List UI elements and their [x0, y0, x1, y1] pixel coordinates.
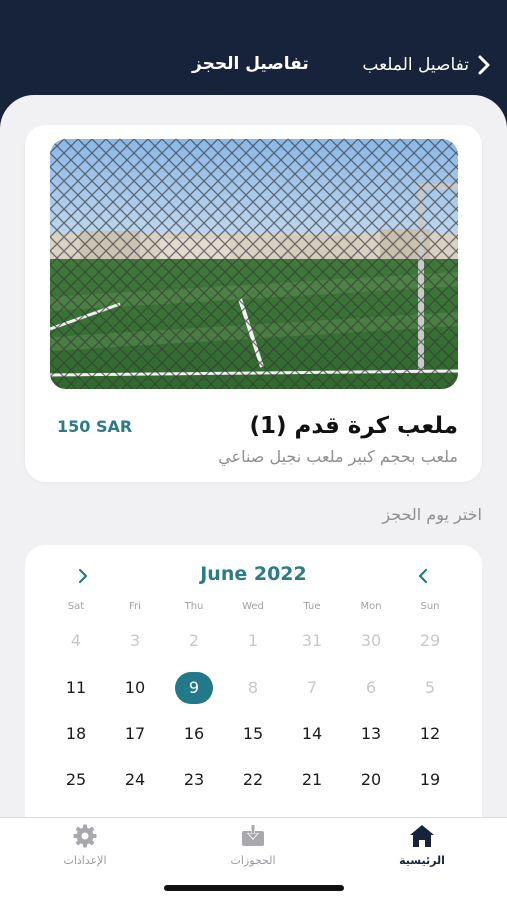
choose-day-label: اختر يوم الحجز	[382, 505, 482, 524]
calendar-day[interactable]: 23	[173, 764, 215, 796]
weekday-header: Sat Fri Thu Wed Tue Mon Sun	[55, 601, 451, 612]
calendar-day[interactable]: 25	[55, 764, 97, 796]
calendar-day: 8	[247, 678, 259, 697]
calendar-day: 29	[419, 631, 441, 650]
tab-home[interactable]: الرئيسية	[367, 822, 477, 867]
court-description: ملعب بحجم كبير ملعب نجيل صناعي	[218, 447, 458, 466]
calendar-day[interactable]: 24	[114, 764, 156, 796]
weekday-label: Thu	[184, 601, 204, 612]
weekday-label: Sat	[67, 601, 85, 612]
weekday-label: Wed	[242, 601, 264, 612]
calendar-day: 5	[424, 678, 436, 697]
court-name: ملعب كرة قدم (1)	[249, 413, 459, 439]
calendar-day: 31	[301, 631, 323, 650]
calendar-day: 7	[306, 678, 318, 697]
calendar-day: 30	[360, 631, 382, 650]
weekday-label: Sun	[420, 601, 440, 612]
calendar-day: 6	[365, 678, 377, 697]
weekday-label: Mon	[360, 601, 382, 612]
back-button[interactable]: تفاصيل الملعب	[362, 54, 493, 76]
court-photo	[50, 139, 458, 389]
tab-settings[interactable]: الإعدادات	[30, 822, 140, 867]
calendar-week: 11 10 9 8 7 6 5	[55, 672, 451, 704]
calendar-day: 3	[129, 631, 141, 650]
calendar-day[interactable]: 17	[114, 718, 156, 750]
calendar: June 2022 Sat Fri Thu Wed Tue Mon Sun 4 …	[25, 545, 482, 845]
calendar-day[interactable]: 11	[55, 672, 97, 704]
calendar-day[interactable]: 12	[409, 718, 451, 750]
calendar-week: 18 17 16 15 14 13 12	[55, 718, 451, 750]
gear-icon	[73, 824, 97, 848]
chevron-right-icon	[478, 55, 490, 75]
court-card: ملعب كرة قدم (1) 150 SAR ملعب بحجم كبير …	[25, 125, 482, 482]
selected-day[interactable]: 9	[175, 672, 213, 704]
calendar-week: 4 3 2 1 31 30 29	[55, 625, 451, 657]
tab-bookings[interactable]: الحجوزات	[198, 822, 308, 867]
chevron-left-icon	[418, 568, 428, 584]
weekday-label: Tue	[303, 601, 321, 612]
calendar-day[interactable]: 10	[114, 672, 156, 704]
back-label: تفاصيل الملعب	[362, 55, 469, 75]
calendar-day[interactable]: 20	[350, 764, 392, 796]
prev-month-button[interactable]	[409, 562, 437, 590]
calendar-day[interactable]: 21	[291, 764, 333, 796]
weekday-label: Fri	[129, 601, 141, 612]
court-price: 150 SAR	[57, 417, 133, 436]
calendar-week: 25 24 23 22 21 20 19	[55, 764, 451, 796]
calendar-day: 2	[188, 631, 200, 650]
calendar-day: 4	[70, 631, 82, 650]
calendar-day[interactable]: 18	[55, 718, 97, 750]
tab-home-label: الرئيسية	[399, 854, 445, 867]
home-icon	[410, 825, 434, 847]
download-tray-icon	[242, 825, 264, 846]
calendar-day[interactable]: 14	[291, 718, 333, 750]
calendar-day[interactable]: 22	[232, 764, 274, 796]
tab-settings-label: الإعدادات	[63, 854, 107, 867]
calendar-day: 1	[247, 631, 259, 650]
calendar-day[interactable]: 13	[350, 718, 392, 750]
calendar-day[interactable]: 16	[173, 718, 215, 750]
tab-bookings-label: الحجوزات	[230, 854, 276, 867]
home-indicator	[164, 885, 344, 891]
calendar-day[interactable]: 19	[409, 764, 451, 796]
page-title: تفاصيل الحجز	[192, 54, 309, 74]
calendar-day[interactable]: 15	[232, 718, 274, 750]
